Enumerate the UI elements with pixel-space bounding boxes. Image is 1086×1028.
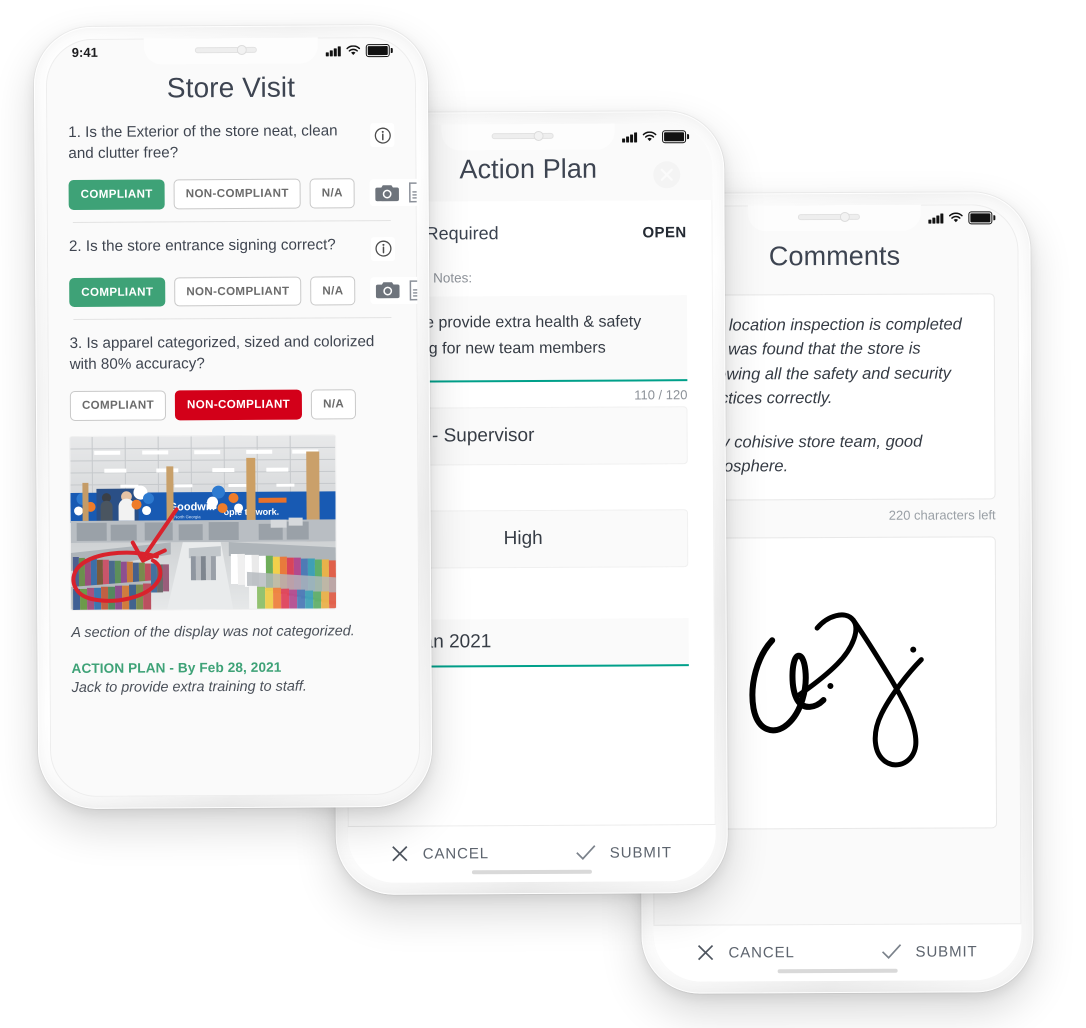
status-icons bbox=[325, 43, 390, 57]
notch bbox=[143, 37, 318, 65]
page-title: Store Visit bbox=[166, 71, 296, 104]
option-non-compliant[interactable]: NON-COMPLIANT bbox=[173, 178, 301, 209]
info-icon[interactable] bbox=[370, 236, 396, 261]
wifi-icon bbox=[642, 130, 657, 141]
close-icon bbox=[660, 168, 673, 181]
option-compliant[interactable]: COMPLIANT bbox=[68, 179, 165, 210]
info-icon[interactable] bbox=[370, 123, 395, 148]
status-icons bbox=[928, 210, 993, 224]
question-item-3: 3. Is apparel categorized, sized and col… bbox=[69, 332, 397, 706]
front-camera bbox=[840, 211, 851, 222]
submit-label: SUBMIT bbox=[609, 843, 672, 862]
submit-button[interactable]: SUBMIT bbox=[532, 844, 716, 862]
answer-options: COMPLIANT NON-COMPLIANT N/A bbox=[69, 389, 396, 421]
question-text: 3. Is apparel categorized, sized and col… bbox=[69, 333, 375, 374]
option-na[interactable]: N/A bbox=[309, 178, 355, 209]
cancel-label: CANCEL bbox=[422, 844, 490, 863]
submit-label: SUBMIT bbox=[915, 942, 978, 961]
option-compliant[interactable]: COMPLIANT bbox=[69, 390, 167, 421]
divider bbox=[73, 317, 392, 321]
status-icons bbox=[622, 129, 687, 143]
notch bbox=[441, 123, 615, 151]
submit-button[interactable]: SUBMIT bbox=[838, 943, 1022, 961]
question-item-1: 1. Is the Exterior of the store neat, cl… bbox=[68, 121, 421, 220]
action-plan-text: Jack to provide extra training to staff. bbox=[71, 678, 307, 697]
answer-options: COMPLIANT NON-COMPLIANT N/A bbox=[68, 178, 421, 210]
front-camera bbox=[236, 44, 247, 55]
wifi-icon bbox=[346, 44, 361, 55]
check-icon bbox=[881, 944, 902, 960]
question-header: 2. Is the store entrance signing correct… bbox=[68, 235, 396, 263]
question-header: 1. Is the Exterior of the store neat, cl… bbox=[68, 121, 395, 165]
evidence-photo[interactable]: Goodwill of North Georgia ople to work. bbox=[70, 435, 337, 610]
option-non-compliant[interactable]: NON-COMPLIANT bbox=[174, 389, 303, 421]
option-non-compliant[interactable]: NON-COMPLIANT bbox=[174, 276, 302, 307]
x-icon bbox=[392, 846, 408, 862]
check-icon bbox=[576, 845, 596, 860]
camera-icon[interactable] bbox=[375, 280, 400, 300]
action-plan-action-bar: CANCEL SUBMIT bbox=[347, 824, 716, 883]
earpiece-speaker bbox=[798, 213, 861, 221]
question-text: 1. Is the Exterior of the store neat, cl… bbox=[68, 122, 338, 162]
cancel-button[interactable]: CANCEL bbox=[348, 844, 532, 863]
wifi-icon bbox=[949, 212, 963, 222]
home-indicator bbox=[471, 869, 592, 875]
comment-paragraph-2: Very cohisive store team, good atmospher… bbox=[696, 432, 923, 476]
photo-caption: A section of the display was not categor… bbox=[71, 622, 355, 641]
store-interior-photo: Goodwill of North Georgia ople to work. bbox=[70, 435, 337, 610]
status-badge: OPEN bbox=[642, 224, 687, 242]
answer-options: COMPLIANT NON-COMPLIANT N/A bbox=[69, 275, 421, 308]
home-indicator bbox=[777, 968, 898, 974]
cancel-button[interactable]: CANCEL bbox=[654, 943, 838, 962]
notch bbox=[747, 204, 921, 232]
close-button[interactable] bbox=[653, 161, 681, 189]
question-list: 1. Is the Exterior of the store neat, cl… bbox=[46, 121, 421, 706]
earpiece-speaker bbox=[194, 46, 257, 54]
camera-icon[interactable] bbox=[375, 183, 400, 203]
phone-store-visit: 9:41 Store Visit 1. Is the Exterior of t… bbox=[33, 24, 433, 810]
option-na[interactable]: N/A bbox=[310, 275, 356, 306]
phone-screen: 9:41 Store Visit 1. Is the Exterior of t… bbox=[45, 36, 421, 798]
battery-full-icon bbox=[365, 43, 390, 57]
earpiece-speaker bbox=[492, 132, 555, 140]
action-plan-heading: ACTION PLAN - By Feb 28, 2021 bbox=[71, 659, 282, 677]
battery-full-icon bbox=[662, 129, 687, 143]
cellular-signal-icon bbox=[928, 212, 944, 224]
option-na[interactable]: N/A bbox=[310, 389, 357, 420]
comment-paragraph-1: The location inspection is completed and… bbox=[695, 315, 962, 408]
battery-full-icon bbox=[968, 210, 993, 224]
divider bbox=[72, 219, 391, 223]
option-compliant[interactable]: COMPLIANT bbox=[69, 276, 166, 308]
cancel-label: CANCEL bbox=[728, 943, 795, 961]
comments-action-bar: CANCEL SUBMIT bbox=[653, 923, 1022, 982]
attachment-group bbox=[369, 179, 421, 207]
cellular-signal-icon bbox=[325, 45, 341, 56]
question-item-2: 2. Is the store entrance signing correct… bbox=[68, 235, 421, 318]
cellular-signal-icon bbox=[622, 131, 638, 143]
status-time: 9:41 bbox=[71, 44, 98, 60]
question-header: 3. Is apparel categorized, sized and col… bbox=[69, 332, 395, 376]
front-camera bbox=[534, 130, 545, 141]
store-visit-app: Store Visit 1. Is the Exterior of the st… bbox=[46, 37, 421, 797]
attachment-group bbox=[370, 276, 421, 304]
question-text: 2. Is the store entrance signing correct… bbox=[68, 235, 336, 255]
x-icon bbox=[697, 944, 714, 961]
